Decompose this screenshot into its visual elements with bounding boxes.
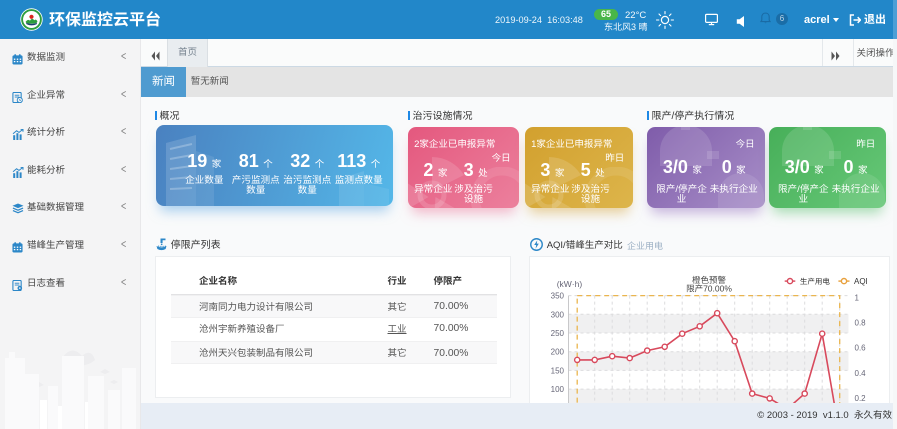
svg-text:0.8: 0.8: [854, 319, 866, 328]
svg-text:(kW·h): (kW·h): [556, 279, 582, 289]
svg-text:生产用电: 生产用电: [799, 277, 829, 286]
svg-text:200: 200: [550, 348, 564, 357]
svg-text:150: 150: [550, 366, 564, 375]
svg-text:0.6: 0.6: [854, 344, 866, 353]
svg-text:0.4: 0.4: [854, 369, 866, 378]
svg-text:1: 1: [854, 293, 859, 302]
svg-text:限产70.00%: 限产70.00%: [686, 284, 732, 294]
svg-text:100: 100: [550, 385, 564, 394]
svg-text:AQI: AQI: [854, 277, 868, 286]
svg-text:300: 300: [550, 310, 564, 319]
svg-text:250: 250: [550, 329, 564, 338]
svg-text:0.2: 0.2: [854, 394, 866, 403]
svg-text:350: 350: [550, 292, 564, 301]
